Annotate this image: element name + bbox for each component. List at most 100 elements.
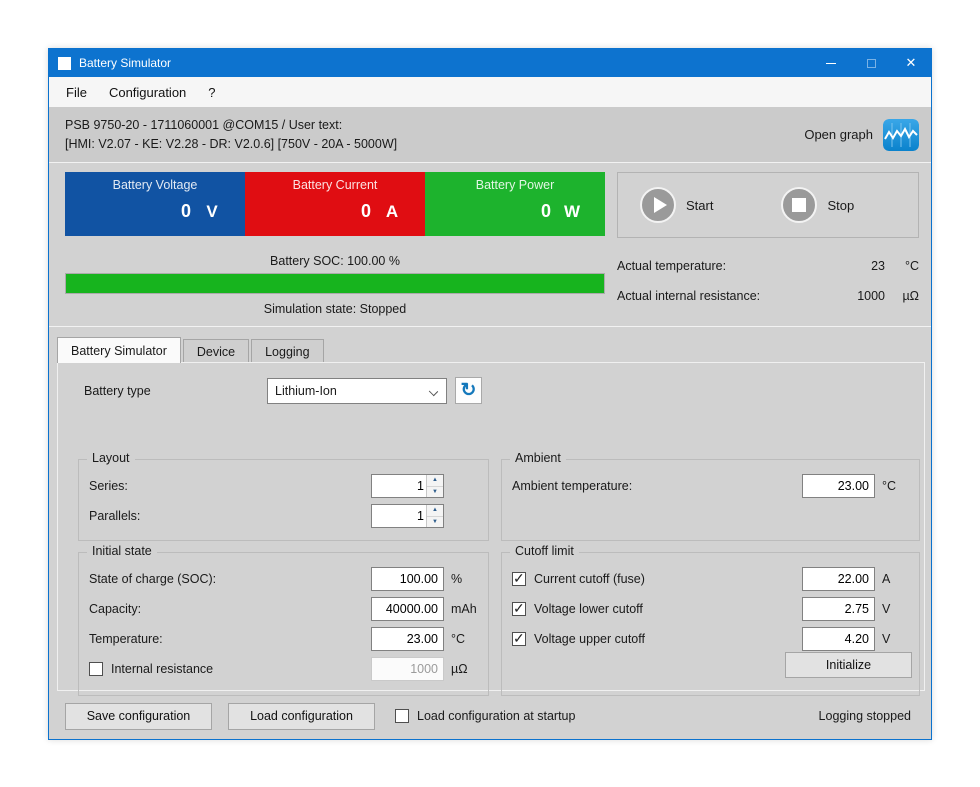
parallels-label: Parallels:	[89, 509, 371, 523]
actual-temperature-value: 23	[841, 259, 885, 273]
save-configuration-button[interactable]: Save configuration	[65, 703, 212, 730]
graph-icon[interactable]	[883, 119, 919, 151]
load-at-startup-control[interactable]: Load configuration at startup	[395, 709, 575, 723]
ambient-temperature-unit: °C	[875, 479, 911, 493]
actual-temperature-label: Actual temperature:	[617, 259, 841, 273]
menu-bar: File Configuration ?	[49, 77, 931, 107]
menu-configuration[interactable]: Configuration	[98, 80, 197, 105]
title-bar: Battery Simulator ✕	[49, 49, 931, 77]
battery-current-value: 0	[361, 201, 371, 222]
soc-unit: %	[444, 572, 480, 586]
play-icon	[640, 187, 676, 223]
ambient-temperature-input[interactable]	[802, 474, 875, 498]
bottom-bar: Save configuration Load configuration Lo…	[49, 691, 931, 741]
voltage-lower-cutoff-row: Voltage lower cutoff V	[512, 597, 911, 621]
maximize-icon	[867, 59, 876, 68]
series-up-icon[interactable]: ▲	[427, 475, 443, 487]
window-title: Battery Simulator	[79, 56, 171, 70]
capacity-row: Capacity: mAh	[89, 597, 480, 621]
layout-group: Layout Series: ▲ ▼ Parallels: ▲	[78, 459, 489, 541]
menu-file[interactable]: File	[55, 80, 98, 105]
temperature-input[interactable]	[371, 627, 444, 651]
voltage-upper-cutoff-input[interactable]	[802, 627, 875, 651]
parallels-down-icon[interactable]: ▼	[427, 517, 443, 528]
voltage-lower-cutoff-unit: V	[875, 602, 911, 616]
battery-simulator-window: Battery Simulator ✕ File Configuration ?…	[48, 48, 932, 740]
refresh-icon: ↻	[461, 381, 477, 400]
series-down-icon[interactable]: ▼	[427, 487, 443, 498]
battery-current-label: Battery Current	[245, 178, 425, 192]
capacity-input[interactable]	[371, 597, 444, 621]
open-graph-control[interactable]: Open graph	[804, 119, 919, 151]
series-input[interactable]	[372, 475, 426, 497]
battery-type-value: Lithium-Ion	[275, 384, 337, 398]
layout-group-title: Layout	[87, 451, 135, 465]
stop-button[interactable]: Stop	[781, 187, 854, 223]
capacity-unit: mAh	[444, 602, 480, 616]
soc-label: State of charge (SOC):	[89, 572, 371, 586]
run-control-panel: Start Stop	[617, 172, 919, 238]
internal-resistance-label: Internal resistance	[111, 662, 371, 676]
initial-state-group-title: Initial state	[87, 544, 157, 558]
tab-device[interactable]: Device	[183, 339, 249, 363]
actual-resistance-label: Actual internal resistance:	[617, 289, 841, 303]
battery-voltage-label: Battery Voltage	[65, 178, 245, 192]
ambient-group-title: Ambient	[510, 451, 566, 465]
series-stepper[interactable]: ▲ ▼	[371, 474, 444, 498]
maximize-button[interactable]	[851, 49, 891, 77]
series-row: Series: ▲ ▼	[89, 474, 480, 498]
soc-progress-fill	[66, 274, 604, 293]
voltage-upper-cutoff-label: Voltage upper cutoff	[534, 632, 802, 646]
voltage-lower-cutoff-input[interactable]	[802, 597, 875, 621]
app-icon	[58, 57, 71, 70]
close-button[interactable]: ✕	[891, 49, 931, 77]
tab-logging[interactable]: Logging	[251, 339, 324, 363]
voltage-lower-cutoff-checkbox[interactable]	[512, 602, 526, 616]
start-label: Start	[686, 198, 713, 213]
internal-resistance-checkbox[interactable]	[89, 662, 103, 676]
initial-state-group: Initial state State of charge (SOC): % C…	[78, 552, 489, 696]
ambient-temperature-row: Ambient temperature: °C	[512, 474, 911, 498]
series-label: Series:	[89, 479, 371, 493]
voltage-upper-cutoff-unit: V	[875, 632, 911, 646]
menu-help[interactable]: ?	[197, 80, 226, 105]
refresh-button[interactable]: ↻	[455, 377, 482, 404]
device-info-bar: PSB 9750-20 - 1711060001 @COM15 / User t…	[49, 107, 931, 162]
minimize-button[interactable]	[811, 49, 851, 77]
actual-temperature-row: Actual temperature: 23 °C	[617, 251, 919, 281]
current-cutoff-checkbox[interactable]	[512, 572, 526, 586]
tab-battery-simulator[interactable]: Battery Simulator	[57, 337, 181, 363]
chevron-down-icon	[429, 386, 438, 395]
internal-resistance-unit: µΩ	[444, 662, 480, 676]
ambient-group: Ambient Ambient temperature: °C	[501, 459, 920, 541]
temperature-unit: °C	[444, 632, 480, 646]
temperature-row: Temperature: °C	[89, 627, 480, 651]
meter-strip: Battery Voltage 0 V Battery Current 0 A …	[65, 172, 605, 236]
ambient-temperature-label: Ambient temperature:	[512, 479, 802, 493]
soc-row: State of charge (SOC): %	[89, 567, 480, 591]
simulation-state-label: Simulation state: Stopped	[65, 302, 605, 316]
device-info-line2: [HMI: V2.07 - KE: V2.28 - DR: V2.0.6] [7…	[65, 135, 397, 154]
load-at-startup-checkbox[interactable]	[395, 709, 409, 723]
parallels-up-icon[interactable]: ▲	[427, 505, 443, 517]
soc-progress-bar	[65, 273, 605, 294]
logging-status: Logging stopped	[819, 709, 911, 723]
tab-strip: Battery Simulator Device Logging	[57, 337, 326, 363]
start-button[interactable]: Start	[640, 187, 713, 223]
parallels-input[interactable]	[372, 505, 426, 527]
initialize-button[interactable]: Initialize	[785, 652, 912, 678]
actual-resistance-row: Actual internal resistance: 1000 µΩ	[617, 281, 919, 311]
actual-resistance-value: 1000	[841, 289, 885, 303]
soc-input[interactable]	[371, 567, 444, 591]
battery-type-select[interactable]: Lithium-Ion	[267, 378, 447, 404]
actual-values: Actual temperature: 23 °C Actual interna…	[617, 251, 919, 311]
voltage-upper-cutoff-checkbox[interactable]	[512, 632, 526, 646]
battery-current-meter: Battery Current 0 A	[245, 172, 425, 236]
current-cutoff-input[interactable]	[802, 567, 875, 591]
parallels-stepper[interactable]: ▲ ▼	[371, 504, 444, 528]
load-configuration-button[interactable]: Load configuration	[228, 703, 375, 730]
current-cutoff-unit: A	[875, 572, 911, 586]
display-section: Battery Voltage 0 V Battery Current 0 A …	[49, 162, 931, 327]
voltage-upper-cutoff-row: Voltage upper cutoff V	[512, 627, 911, 651]
internal-resistance-row: Internal resistance µΩ	[89, 657, 480, 681]
